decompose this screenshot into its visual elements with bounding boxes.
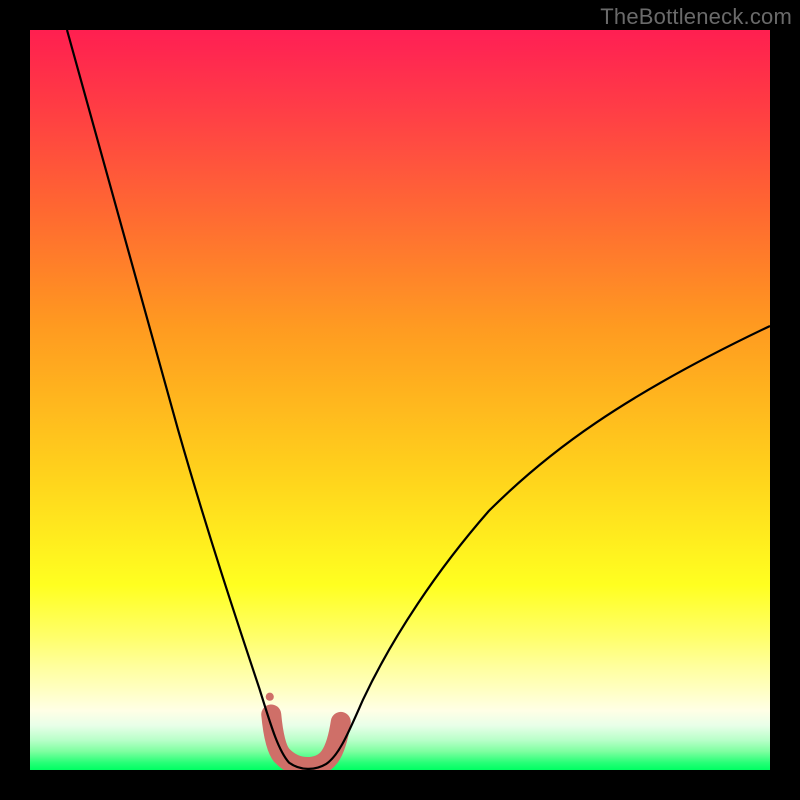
marker-dot xyxy=(266,693,274,701)
curve-path xyxy=(67,30,770,769)
plot-area xyxy=(30,30,770,770)
bottleneck-curve xyxy=(30,30,770,770)
watermark-text: TheBottleneck.com xyxy=(600,4,792,30)
chart-frame: TheBottleneck.com xyxy=(0,0,800,800)
